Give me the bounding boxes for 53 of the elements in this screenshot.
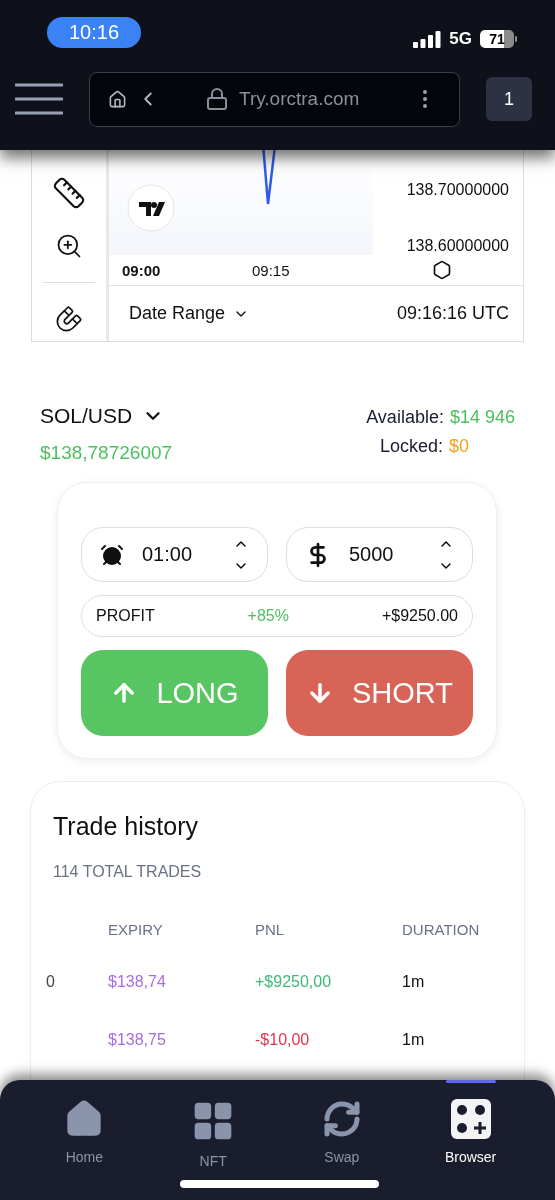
magnet-icon[interactable] bbox=[55, 305, 83, 333]
nav-tab[interactable]: Browser bbox=[406, 1080, 535, 1200]
utc-clock: 09:16:16 UTC bbox=[396, 303, 509, 324]
table-cell-text: $138,75 bbox=[108, 1031, 167, 1050]
table-cell-text: -$10,00 bbox=[255, 1031, 311, 1050]
tabs-button[interactable]: 1 bbox=[486, 77, 532, 121]
available-label: Available: bbox=[366, 407, 444, 428]
current-price: $138,78726007 bbox=[40, 442, 173, 464]
table-cell-text: 0 bbox=[46, 973, 56, 992]
column-header: DURATION bbox=[402, 921, 481, 940]
history-title: Trade history bbox=[53, 812, 199, 841]
table-cell-text: 1m bbox=[402, 973, 426, 992]
total-trades: 114 TOTAL TRADES bbox=[53, 863, 203, 881]
duration-field[interactable]: 01:00 bbox=[81, 527, 268, 582]
refresh-icon bbox=[321, 1099, 362, 1139]
column-header: PNL bbox=[255, 921, 286, 940]
price-axis-label: 138.60000000 bbox=[405, 237, 509, 255]
address-bar[interactable]: Try.orctra.com bbox=[89, 71, 460, 127]
profit-amount: +$9250.00 bbox=[381, 607, 458, 625]
url-text: Try.orctra.com bbox=[239, 88, 361, 110]
chart-logo[interactable] bbox=[127, 184, 175, 232]
network-label: 5G bbox=[449, 29, 472, 49]
signal-icon bbox=[413, 30, 442, 48]
menu-icon[interactable] bbox=[15, 83, 63, 115]
available-value: $14 946 bbox=[449, 407, 515, 428]
date-range-dropdown[interactable]: Date Range bbox=[129, 303, 250, 324]
alarm-icon bbox=[100, 542, 124, 567]
price-line bbox=[262, 150, 276, 206]
locked-value: $0 bbox=[448, 436, 469, 457]
table-cell-text: +$9250,00 bbox=[255, 973, 333, 992]
ruler-icon[interactable] bbox=[52, 176, 86, 210]
zoom-icon[interactable] bbox=[55, 232, 83, 260]
home-icon[interactable] bbox=[108, 89, 127, 109]
grid-plus-icon bbox=[450, 1099, 491, 1139]
nav-tab[interactable]: Home bbox=[20, 1080, 149, 1200]
time-axis-label: 09:15 bbox=[252, 261, 291, 279]
profit-percent: +85% bbox=[247, 607, 289, 625]
nav-tab[interactable]: NFT bbox=[148, 1080, 278, 1200]
short-button[interactable]: SHORT bbox=[286, 650, 473, 736]
battery-icon: 71 bbox=[480, 30, 514, 48]
settings-icon[interactable] bbox=[432, 260, 452, 280]
nav-tab[interactable]: Swap bbox=[277, 1080, 407, 1200]
amount-field[interactable]: 5000 bbox=[286, 527, 473, 582]
column-header: EXPIRY bbox=[108, 921, 164, 940]
table-cell-text: 1m bbox=[402, 1031, 426, 1050]
status-time: 10:16 bbox=[47, 16, 141, 48]
price-axis-label: 138.70000000 bbox=[405, 181, 509, 199]
profit-label: PROFIT bbox=[96, 607, 155, 625]
table-cell-text: $138,74 bbox=[108, 973, 167, 992]
locked-label: Locked: bbox=[379, 436, 443, 457]
pair-selector[interactable]: SOL/USD bbox=[40, 404, 165, 428]
time-axis-label: 09:00 bbox=[122, 261, 162, 279]
lock-icon bbox=[205, 87, 229, 111]
